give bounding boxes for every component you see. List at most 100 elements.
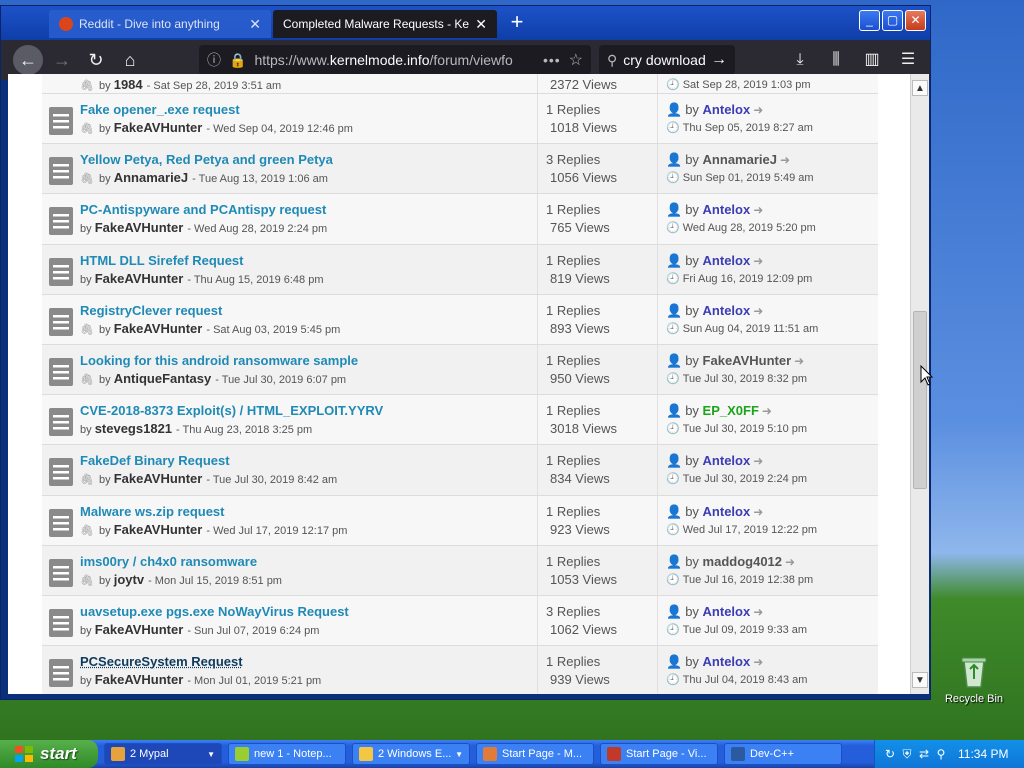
goto-last-post-icon[interactable]: ➜: [753, 454, 763, 468]
goto-last-post-icon[interactable]: ➜: [753, 605, 763, 619]
topic-author[interactable]: FakeAVHunter: [95, 672, 184, 687]
last-post-author[interactable]: Antelox: [703, 504, 751, 519]
sidebar-icon[interactable]: ▥: [860, 45, 884, 75]
goto-last-post-icon[interactable]: ➜: [762, 404, 772, 418]
last-post-author[interactable]: Antelox: [703, 202, 751, 217]
new-tab-button[interactable]: +: [504, 10, 530, 36]
taskbar-item[interactable]: Start Page - Vi...: [600, 743, 718, 765]
tab-kernelmode[interactable]: Completed Malware Requests - KernelM ✕: [273, 10, 497, 38]
last-post-author[interactable]: maddog4012: [703, 554, 782, 569]
goto-last-post-icon[interactable]: ➜: [753, 655, 763, 669]
taskbar-item[interactable]: 2 Mypal ▼: [104, 743, 222, 765]
library-icon[interactable]: ⫼: [824, 45, 848, 75]
goto-last-post-icon[interactable]: ➜: [780, 153, 790, 167]
download-icon[interactable]: ⤓: [788, 45, 812, 75]
topic-icon: [48, 558, 74, 588]
close-button[interactable]: ✕: [905, 10, 926, 31]
goto-last-post-icon[interactable]: ➜: [753, 505, 763, 519]
topic-title-link[interactable]: ims00ry / ch4x0 ransomware: [80, 553, 282, 571]
home-button[interactable]: ⌂: [115, 45, 145, 75]
goto-last-post-icon[interactable]: ➜: [753, 103, 763, 117]
last-post-author[interactable]: Antelox: [703, 453, 751, 468]
info-icon[interactable]: ⓘ: [207, 50, 221, 70]
taskbar-item[interactable]: Dev-C++: [724, 743, 842, 765]
user-icon: 👤: [666, 453, 683, 469]
minimize-button[interactable]: _: [859, 10, 880, 31]
topic-title-link[interactable]: HTML DLL Sirefef Request: [80, 252, 324, 270]
topic-author[interactable]: 1984: [114, 77, 143, 92]
goto-last-post-icon[interactable]: ➜: [794, 354, 804, 368]
topic-icon: [48, 206, 74, 236]
topic-title-link[interactable]: Looking for this android ransomware samp…: [80, 352, 358, 370]
search-go-icon[interactable]: →: [711, 51, 727, 69]
last-post-author[interactable]: Antelox: [703, 253, 751, 268]
tab-close-icon[interactable]: ✕: [249, 16, 261, 33]
bookmark-star-icon[interactable]: ☆: [569, 50, 583, 70]
scroll-up-arrow[interactable]: ▲: [912, 80, 928, 96]
back-button[interactable]: ←: [13, 45, 43, 75]
scroll-down-arrow[interactable]: ▼: [912, 672, 928, 688]
topic-title-link[interactable]: Yellow Petya, Red Petya and green Petya: [80, 151, 333, 169]
taskbar-item[interactable]: 2 Windows E... ▼: [352, 743, 470, 765]
topic-author[interactable]: stevegs1821: [95, 421, 172, 436]
app-icon: [731, 747, 745, 761]
goto-last-post-icon[interactable]: ➜: [753, 254, 763, 268]
topic-title-link[interactable]: PCSecureSystem Request: [80, 653, 321, 671]
last-post-date: Sun Sep 01, 2019 5:49 am: [682, 172, 814, 185]
forward-button[interactable]: →: [47, 45, 77, 75]
tab-close-icon[interactable]: ✕: [475, 16, 487, 33]
topic-author[interactable]: FakeAVHunter: [114, 522, 203, 537]
recycle-bin-label: Recycle Bin: [944, 693, 1004, 705]
taskbar-item[interactable]: Start Page - M...: [476, 743, 594, 765]
last-post-author[interactable]: Antelox: [703, 654, 751, 669]
tray-search-icon[interactable]: ⚲: [934, 747, 948, 761]
topic-replies: 1 Replies: [546, 352, 601, 368]
topic-author[interactable]: FakeAVHunter: [114, 471, 203, 486]
topic-author[interactable]: FakeAVHunter: [95, 622, 184, 637]
maximize-button[interactable]: ▢: [882, 10, 903, 31]
last-post-author[interactable]: EP_X0FF: [703, 403, 759, 418]
topic-author[interactable]: AnnamarieJ: [114, 170, 188, 185]
url-bar[interactable]: ⓘ 🔒 https://www.kernelmode.info/forum/vi…: [199, 45, 591, 75]
scroll-thumb[interactable]: [913, 311, 927, 489]
taskbar-item[interactable]: new 1 - Notep...: [228, 743, 346, 765]
tray-clock[interactable]: 11:34 PM: [958, 747, 1008, 761]
page-actions-icon[interactable]: •••: [543, 52, 561, 68]
lock-icon[interactable]: 🔒: [229, 52, 246, 69]
last-post-author[interactable]: FakeAVHunter: [703, 353, 792, 368]
start-button[interactable]: start: [0, 740, 98, 768]
topic-title-link[interactable]: RegistryClever request: [80, 302, 340, 320]
search-input[interactable]: cry download: [623, 52, 706, 68]
recycle-bin-shortcut[interactable]: Recycle Bin: [944, 655, 1004, 705]
tab-reddit[interactable]: Reddit - Dive into anything ✕: [49, 10, 271, 38]
topic-author[interactable]: AntiqueFantasy: [114, 371, 212, 386]
clock-icon: 🕘: [666, 372, 680, 385]
topic-author[interactable]: FakeAVHunter: [95, 220, 184, 235]
reload-button[interactable]: ↻: [81, 45, 111, 75]
last-post-author[interactable]: AnnamarieJ: [703, 152, 777, 167]
topic-title-link[interactable]: uavsetup.exe pgs.exe NoWayVirus Request: [80, 603, 349, 621]
goto-last-post-icon[interactable]: ➜: [753, 304, 763, 318]
topic-author[interactable]: FakeAVHunter: [114, 321, 203, 336]
topic-title-link[interactable]: PC-Antispyware and PCAntispy request: [80, 201, 327, 219]
topic-author[interactable]: FakeAVHunter: [114, 120, 203, 135]
tray-update-icon[interactable]: ⇄: [917, 747, 931, 761]
last-post-author[interactable]: Antelox: [703, 604, 751, 619]
menu-icon[interactable]: ☰: [896, 45, 920, 75]
topic-author[interactable]: joytv: [114, 572, 144, 587]
last-post-author[interactable]: Antelox: [703, 303, 751, 318]
topic-author[interactable]: FakeAVHunter: [95, 271, 184, 286]
last-post-author[interactable]: Antelox: [703, 102, 751, 117]
topic-replies: 1 Replies: [546, 403, 601, 419]
search-bar[interactable]: ⚲ cry download →: [599, 45, 735, 75]
topic-title-link[interactable]: Malware ws.zip request: [80, 503, 347, 521]
topic-title-link[interactable]: Fake opener_.exe request: [80, 101, 353, 119]
topic-title-link[interactable]: CVE-2018-8373 Exploit(s) / HTML_EXPLOIT.…: [80, 402, 383, 420]
goto-last-post-icon[interactable]: ➜: [785, 555, 795, 569]
tray-network-icon[interactable]: ↻: [883, 747, 897, 761]
clock-icon: 🕘: [666, 222, 680, 235]
tray-security-icon[interactable]: ⛨: [900, 747, 914, 761]
goto-last-post-icon[interactable]: ➜: [753, 203, 763, 217]
topic-date: - Tue Jul 30, 2019 8:42 am: [206, 474, 338, 487]
topic-title-link[interactable]: FakeDef Binary Request: [80, 452, 337, 470]
